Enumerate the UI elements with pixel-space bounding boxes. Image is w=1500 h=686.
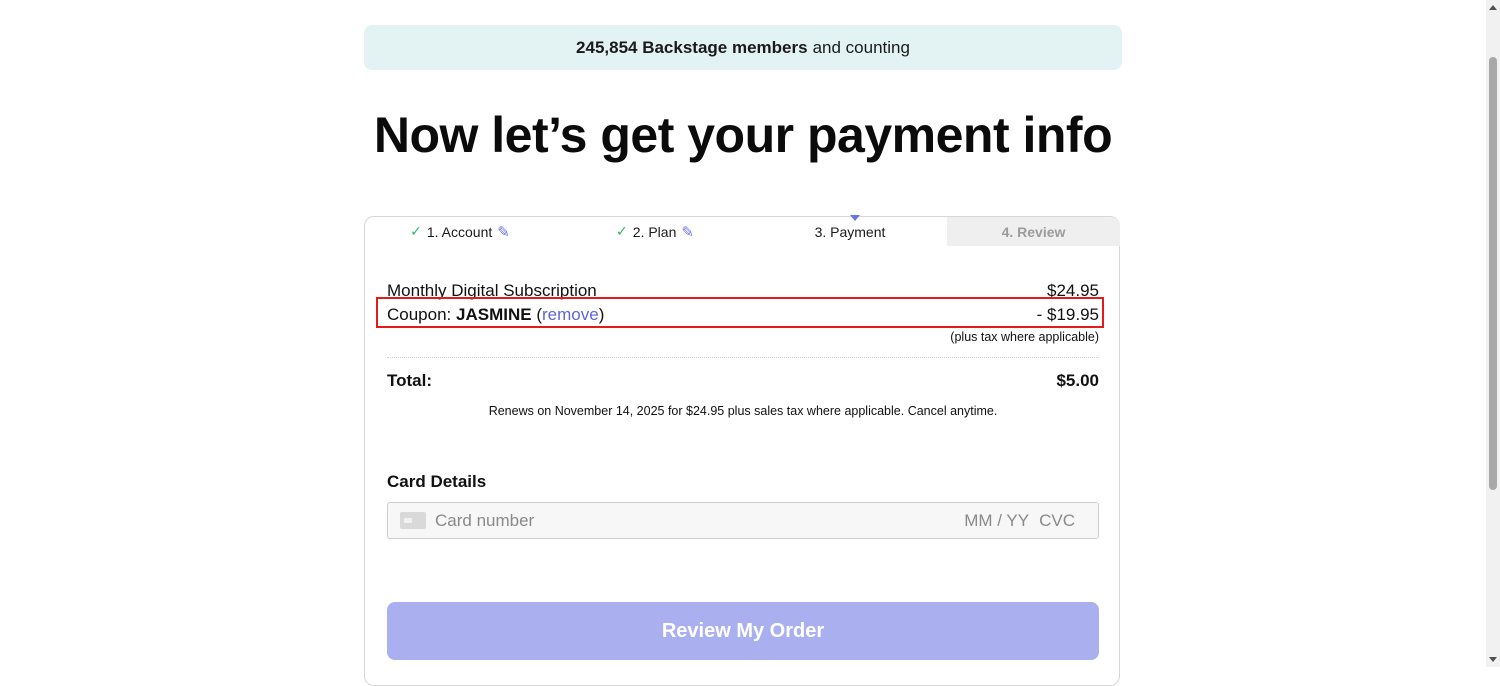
step-review-label: 4. Review bbox=[1001, 223, 1066, 240]
total-label: Total: bbox=[387, 371, 433, 390]
step-payment: 3. Payment bbox=[755, 217, 945, 246]
check-icon: ✓ bbox=[410, 223, 422, 239]
members-suffix: and counting bbox=[812, 37, 910, 57]
step-account-label: 1. Account bbox=[426, 223, 493, 240]
renewal-note: Renews on November 14, 2025 for $24.95 p… bbox=[488, 404, 998, 418]
summary-divider bbox=[387, 357, 1099, 358]
total-value: $5.00 bbox=[1056, 371, 1099, 390]
page-scrollbar[interactable] bbox=[1486, 0, 1500, 667]
card-number-field[interactable]: Card number MM / YY CVC bbox=[387, 502, 1099, 539]
coupon-highlight-box bbox=[376, 297, 1104, 328]
page-title: Now let’s get your payment info bbox=[373, 107, 1113, 163]
scroll-up-arrow-icon[interactable] bbox=[1489, 5, 1497, 10]
members-banner: 245,854 Backstage members and counting bbox=[364, 25, 1122, 70]
card-cvc-placeholder[interactable]: CVC bbox=[1039, 511, 1075, 531]
tax-note: (plus tax where applicable) bbox=[950, 330, 1099, 344]
step-payment-label: 3. Payment bbox=[814, 223, 886, 240]
credit-card-icon bbox=[400, 512, 426, 529]
checkout-card: ✓ 1. Account ✎ ✓ 2. Plan ✎ 3. Payment 4.… bbox=[364, 215, 1121, 686]
scroll-down-arrow-icon[interactable] bbox=[1489, 657, 1497, 662]
review-order-button[interactable]: Review My Order bbox=[387, 602, 1099, 660]
card-number-placeholder[interactable]: Card number bbox=[435, 511, 964, 531]
step-review: 4. Review bbox=[947, 217, 1120, 246]
pencil-icon[interactable]: ✎ bbox=[497, 223, 510, 241]
check-icon: ✓ bbox=[616, 223, 628, 239]
total-line: Total: $5.00 bbox=[387, 371, 1099, 391]
card-expiry-placeholder[interactable]: MM / YY bbox=[964, 511, 1029, 531]
checkout-stepper: ✓ 1. Account ✎ ✓ 2. Plan ✎ 3. Payment 4.… bbox=[365, 215, 1121, 246]
step-account[interactable]: ✓ 1. Account ✎ bbox=[365, 217, 555, 246]
active-step-caret bbox=[850, 215, 860, 221]
card-details-title: Card Details bbox=[387, 472, 487, 491]
pencil-icon[interactable]: ✎ bbox=[681, 223, 694, 241]
step-plan-label: 2. Plan bbox=[632, 223, 677, 240]
members-count: 245,854 Backstage members bbox=[576, 37, 808, 57]
scroll-thumb[interactable] bbox=[1489, 57, 1497, 490]
step-plan[interactable]: ✓ 2. Plan ✎ bbox=[555, 217, 755, 246]
